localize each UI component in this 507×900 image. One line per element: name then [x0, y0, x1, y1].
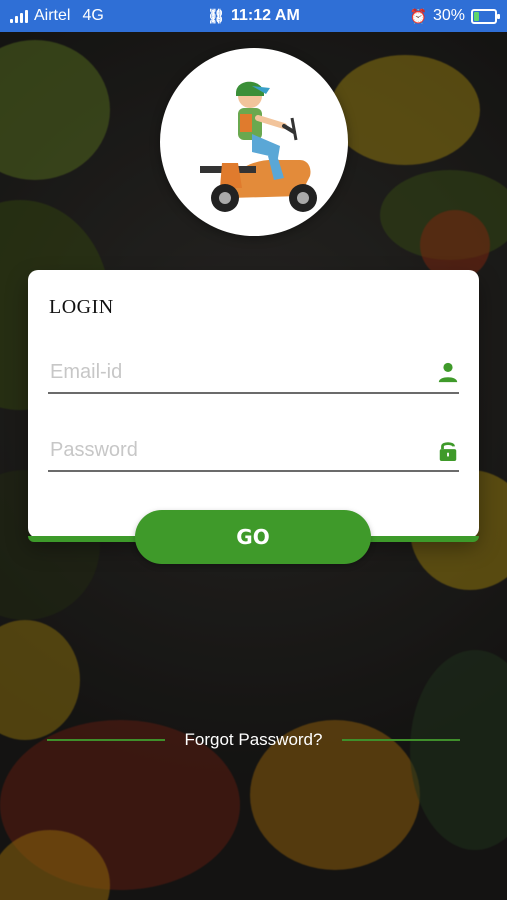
lock-open-icon	[439, 442, 457, 461]
status-time: 11:12 AM	[231, 7, 300, 24]
status-bar: Airtel 4G ⛓ 11:12 AM ⏰ 30%	[0, 0, 507, 32]
forgot-password-link[interactable]: Forgot Password?	[185, 730, 323, 750]
signal-icon	[10, 9, 28, 23]
email-field-container	[48, 352, 459, 394]
delivery-logo-avatar	[160, 48, 348, 236]
carrier-name: Airtel	[34, 7, 71, 24]
divider-left	[46, 739, 165, 741]
status-center: ⛓ 11:12 AM	[207, 7, 300, 25]
status-right: ⏰ 30%	[409, 7, 500, 25]
forgot-password-row: Forgot Password?	[0, 728, 507, 752]
network-type: 4G	[82, 7, 104, 24]
divider-right	[342, 739, 461, 741]
battery-icon	[471, 8, 500, 24]
email-input[interactable]	[48, 352, 412, 392]
login-title: LOGIN	[49, 296, 114, 318]
go-button[interactable]: GO	[135, 510, 371, 564]
battery-level	[474, 11, 480, 21]
battery-percent: 30%	[432, 7, 465, 24]
link-icon: ⛓	[207, 7, 225, 24]
user-icon	[438, 362, 458, 383]
password-input[interactable]	[48, 430, 412, 470]
login-card: LOGIN	[28, 270, 479, 542]
password-field-container	[48, 430, 459, 472]
scooter-rider-illustration	[200, 81, 317, 212]
alarm-icon: ⏰	[409, 7, 427, 24]
status-left: Airtel 4G	[10, 7, 104, 25]
